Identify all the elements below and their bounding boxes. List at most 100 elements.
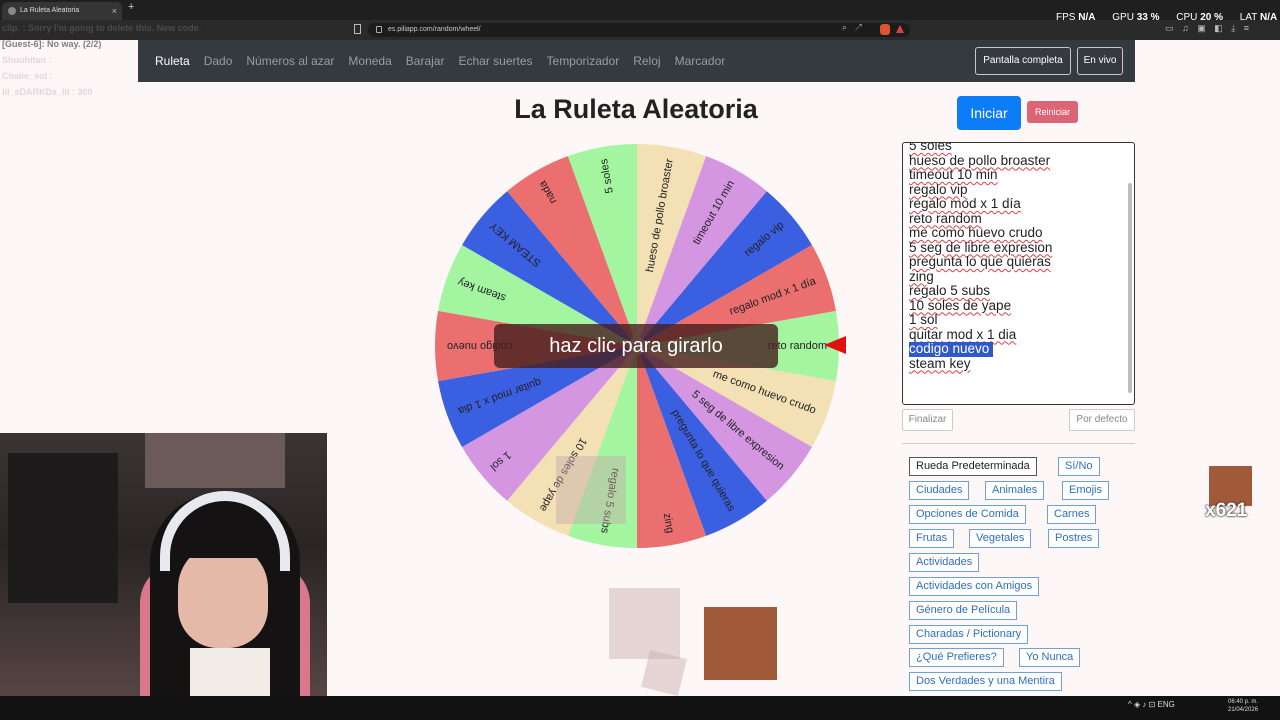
browser-tab[interactable]: La Ruleta Aleatoria × [2,2,122,20]
option-text: regalo mod x 1 día [909,196,1021,211]
close-tab-icon[interactable]: × [112,2,117,20]
preset-cities[interactable]: Ciudades [909,481,970,500]
rewards-icon[interactable] [896,25,904,33]
options-textarea[interactable]: 5 soles hueso de pollo broaster timeout 10… [902,142,1135,405]
tray-icons[interactable]: ^ ◈ ♪ ⊡ [1128,700,1158,709]
emote-image [704,607,777,680]
nav-link-marcador[interactable]: Marcador [675,54,726,68]
option-text: quitar mod x 1 dia [909,326,1017,342]
preset-yes-no[interactable]: Sí/No [1058,457,1100,476]
preset-activities-friends[interactable]: Actividades con Amigos [909,577,1040,596]
option-text: hueso de pollo broaster [909,152,1051,168]
option-line: zing [909,269,1052,285]
nav-link-dado[interactable]: Dado [204,54,233,68]
lat-value: N/A [1259,12,1278,23]
url-field[interactable]: es.piliapp.com/random/wheel/ [368,23,910,37]
preset-food[interactable]: Opciones de Comida [909,505,1026,524]
option-text: 10 soles de yape [909,297,1012,313]
emote-overlay [556,456,626,524]
option-line: regalo mod x 1 día [909,196,1052,212]
scrollbar-thumb[interactable] [1128,183,1132,393]
finalize-button[interactable]: Finalizar [902,409,953,431]
fullscreen-button[interactable]: Pantalla completa [975,47,1071,75]
option-line: timeout 10 min [909,167,1052,183]
nav-links: Ruleta Dado Números al azar Moneda Baraj… [155,40,725,82]
emote-overlay [640,649,688,697]
option-text: 5 seg de libre expresion [909,239,1053,255]
preset-activities[interactable]: Actividades [909,553,980,572]
nav-link-numeros[interactable]: Números al azar [246,54,334,68]
option-text: codigo nuevo [909,341,994,357]
option-text: 5 soles [909,142,952,153]
reset-button[interactable]: Reiniciar [1027,101,1078,123]
preset-would-you-rather[interactable]: ¿Qué Prefieres? [909,648,1004,667]
preset-movie-genre[interactable]: Género de Película [909,601,1018,620]
os-taskbar [0,696,1280,720]
webcam-overlay [0,433,327,720]
language-indicator[interactable]: ENG [1158,700,1175,709]
preset-never-have-i[interactable]: Yo Nunca [1019,648,1081,667]
options-lines: 5 soles hueso de pollo broaster timeout 10… [909,142,1053,372]
nav-link-reloj[interactable]: Reloj [633,54,660,68]
option-text: timeout 10 min [909,167,998,182]
nav-link-temporizador[interactable]: Temporizador [547,54,620,68]
option-line: hueso de pollo broaster [909,152,1052,169]
preset-charades[interactable]: Charadas / Pictionary [909,625,1029,644]
gpu-value: 33 % [1136,12,1160,23]
nav-link-moneda[interactable]: Moneda [348,54,391,68]
preset-desserts[interactable]: Postres [1048,529,1100,548]
favicon-icon [8,7,16,15]
page-title: La Ruleta Aleatoria [514,94,758,124]
option-text: pregunta lo que quieras [909,254,1051,269]
emote-overlay [609,588,680,659]
spin-prompt[interactable]: haz clic para girarlo [494,324,778,368]
option-line: me como huevo crudo [909,225,1052,241]
nav-link-echar-suertes[interactable]: Echar suertes [458,54,532,68]
performance-overlay: FPS N/A GPU 33 % CPU 20 % LAT N/A [1056,12,1277,23]
system-tray: ^ ◈ ♪ ⊡ ENG 06:40 p. m. 21/04/2026 [1128,699,1258,713]
site-navbar: Ruleta Dado Números al azar Moneda Baraj… [138,40,1135,82]
option-text: me como huevo crudo [909,225,1043,240]
date: 21/04/2026 [1228,707,1259,713]
option-line: 1 sol [909,312,1052,328]
nav-link-barajar[interactable]: Barajar [406,54,445,68]
new-tab-button[interactable]: + [128,1,134,13]
option-line: quitar mod x 1 dia [909,326,1052,343]
nav-link-ruleta[interactable]: Ruleta [155,54,190,68]
clock[interactable]: 06:40 p. m. 21/04/2026 [1228,698,1258,714]
preset-fruits[interactable]: Frutas [909,529,955,548]
option-line: regalo vip [909,181,1052,198]
preset-emojis[interactable]: Emojis [1062,481,1110,500]
gpu-label: GPU [1112,12,1134,23]
option-text: steam key [909,355,971,371]
option-text: regalo vip [909,181,968,197]
option-text: regalo 5 subs [909,283,991,298]
option-text: 1 sol [909,312,938,327]
emote-counter: x621 [1205,500,1248,521]
preset-animals[interactable]: Animales [985,481,1045,500]
headset-icon [160,491,290,571]
option-text: reto random [909,210,982,226]
live-button[interactable]: En vivo [1077,47,1123,75]
webcam-background [145,433,285,488]
bookmark-icon[interactable] [354,24,361,34]
preset-vegetables[interactable]: Vegetales [969,529,1032,548]
start-button[interactable]: Iniciar [957,96,1021,130]
fps-label: FPS [1056,12,1076,23]
wheel-pointer-icon [824,336,846,354]
option-line: steam key [909,355,1052,372]
preset-two-truths[interactable]: Dos Verdades y una Mentira [909,672,1062,691]
extensions-icons[interactable]: ▭ ♫ ▣ ◧ ⤓ ≡ [1165,23,1252,34]
preset-meats[interactable]: Carnes [1047,505,1097,524]
zoom-share-icons[interactable]: ⌕↗ [842,22,870,33]
tab-title: La Ruleta Aleatoria [20,7,80,14]
webcam-background [8,453,118,603]
default-button[interactable]: Por defecto [1069,409,1135,431]
shield-icon[interactable] [880,24,890,35]
lat-label: LAT [1239,12,1258,23]
preset-default-wheel[interactable]: Rueda Predeterminada [909,457,1037,476]
time: 06:40 p. m. [1228,699,1259,705]
cpu-value: 20 % [1200,12,1223,23]
option-line: 5 seg de libre expresion [909,239,1053,256]
option-line: reto random [909,210,1052,227]
